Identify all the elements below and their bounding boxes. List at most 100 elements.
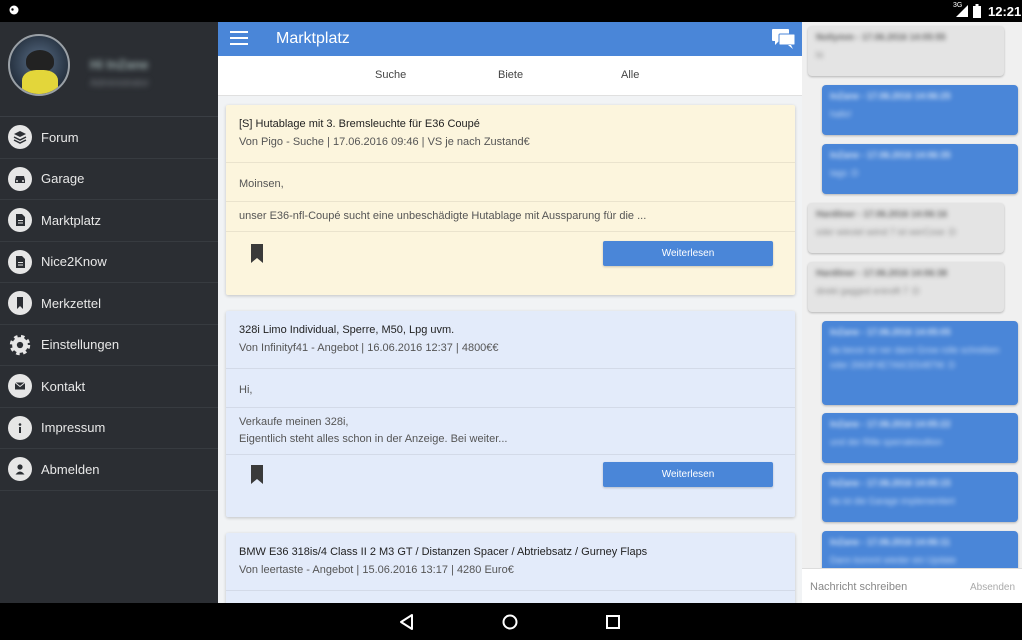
filter-tabs: Suche Biete Alle: [218, 56, 802, 96]
drawer-item-einstellungen[interactable]: Einstellungen: [0, 325, 218, 366]
chat-message-header: InZane - 17.06.2016 14:05:05: [830, 327, 951, 337]
chat-message-header: Hardliner - 17.06.2016 14:06:38: [816, 268, 948, 278]
bookmark-icon[interactable]: [251, 244, 263, 263]
hamburger-menu-icon[interactable]: [230, 31, 248, 45]
drawer-item-label: Merkzettel: [41, 295, 101, 311]
listing-title[interactable]: 328i Limo Individual, Sperre, M50, Lpg u…: [239, 324, 782, 336]
chat-message-input[interactable]: Nachricht schreiben: [810, 581, 907, 593]
drawer-item-label: Einstellungen: [41, 337, 120, 353]
battery-icon: [973, 4, 981, 18]
listing-excerpt-line: unser E36-nfl-Coupé sucht eine unbeschäd…: [239, 210, 647, 222]
info-icon: [8, 415, 32, 440]
chat-message: InZane - 17.06.2016 14:05:22 und der Ril…: [822, 413, 1018, 463]
listing-card[interactable]: BMW E36 318is/4 Class II 2 M3 GT / Dista…: [226, 533, 795, 603]
drawer-item-label: Garage: [41, 171, 85, 187]
profile-header: Hi InZane Administrator: [0, 22, 218, 117]
system-navigation-bar: [0, 603, 1022, 640]
drawer-item-impressum[interactable]: Impressum: [0, 408, 218, 449]
divider: [226, 407, 795, 408]
home-icon[interactable]: [501, 613, 519, 631]
chat-message: Hardliner - 17.06.2016 14:06:38 direkt g…: [808, 262, 1004, 312]
page-title: Marktplatz: [276, 30, 350, 47]
listing-excerpt-line: Eigentlich steht alles schon in der Anze…: [239, 433, 508, 445]
listing-card[interactable]: [S] Hutablage mit 3. Bremsleuchte für E3…: [226, 105, 795, 295]
chat-message: InZane - 17.06.2016 14:05:15 da ist die …: [822, 472, 1018, 522]
chat-message: InZane - 17.06.2016 14:06:35 tags :D: [822, 144, 1018, 194]
chat-message-header: InZane - 17.06.2016 14:06:35: [830, 150, 951, 160]
listing-excerpt-line: Verkaufe meinen 328i,: [239, 416, 349, 428]
clock: 12:21: [988, 4, 1022, 19]
car-icon: [8, 166, 32, 191]
document-icon: [8, 208, 32, 233]
drawer-item-label: Kontakt: [41, 378, 86, 394]
chat-icon[interactable]: [772, 29, 796, 49]
gear-icon: [8, 333, 32, 357]
layers-icon: [8, 125, 32, 150]
listing-title[interactable]: [S] Hutablage mit 3. Bremsleuchte für E3…: [239, 118, 782, 130]
chat-panel: Nollymm - 17.06.2016 14:05:55 hi InZane …: [802, 22, 1022, 603]
chat-message-text: tags :D: [830, 168, 859, 178]
drawer-item-kontakt[interactable]: Kontakt: [0, 366, 218, 408]
chat-message: Nollymm - 17.06.2016 14:05:55 hi: [808, 26, 1004, 76]
read-more-button[interactable]: Weiterlesen: [603, 462, 773, 487]
chat-message-text: Dann kommt wieder ein Update: [830, 555, 957, 565]
chat-message-header: Hardliner - 17.06.2016 14:06:16: [816, 209, 948, 219]
drawer-item-forum[interactable]: Forum: [0, 117, 218, 159]
back-icon[interactable]: [398, 613, 416, 631]
listing-excerpt-line: Moinsen,: [239, 178, 284, 190]
divider: [226, 454, 795, 455]
chat-message-text: und der Rille sperraktoultion: [830, 437, 943, 447]
bookmark-icon[interactable]: [251, 465, 263, 484]
mail-icon: [8, 374, 32, 399]
app-bar: Marktplatz: [218, 22, 802, 56]
signal-icon: [956, 5, 968, 17]
chat-message-header: InZane - 17.06.2016 14:06:11: [830, 537, 951, 547]
status-bar: 3G 12:21: [0, 0, 1022, 22]
read-more-button[interactable]: Weiterlesen: [603, 241, 773, 266]
drawer-item-garage[interactable]: Garage: [0, 159, 218, 200]
listing-meta: Von Pigo - Suche | 17.06.2016 09:46 | VS…: [239, 136, 530, 148]
drawer-item-label: Abmelden: [41, 461, 100, 477]
bookmark-icon: [8, 291, 32, 316]
person-icon: [8, 457, 32, 482]
send-button[interactable]: Absenden: [970, 582, 1015, 593]
main-content: Marktplatz Suche Biete Alle [S] Hutablag…: [218, 22, 802, 603]
avatar[interactable]: [8, 34, 70, 96]
drawer-item-marktplatz[interactable]: Marktplatz: [0, 200, 218, 242]
drawer-item-nice2know[interactable]: Nice2Know: [0, 242, 218, 283]
chat-message-header: Nollymm - 17.06.2016 14:05:55: [816, 32, 946, 42]
listing-title[interactable]: BMW E36 318is/4 Class II 2 M3 GT / Dista…: [239, 546, 782, 558]
drawer-item-merkzettel[interactable]: Merkzettel: [0, 283, 218, 325]
divider: [226, 201, 795, 202]
chat-message-text: oder wieviel seind 7 ist werCose :D: [816, 227, 957, 237]
listing-meta: Von Infinityf41 - Angebot | 16.06.2016 1…: [239, 342, 499, 354]
drawer-item-abmelden[interactable]: Abmelden: [0, 449, 218, 491]
user-role: Administrator: [90, 78, 149, 89]
listing-excerpt-line: Hi,: [239, 384, 253, 396]
drawer-item-label: Marktplatz: [41, 212, 101, 228]
chat-message-text: direkt gagged entrolft 7 :D: [816, 286, 920, 296]
chat-message-text: da ist die Garage implementiert: [830, 496, 956, 506]
chat-message-header: InZane - 17.06.2016 14:05:15: [830, 478, 951, 488]
user-name: Hi InZane: [90, 57, 149, 72]
divider: [226, 231, 795, 232]
drawer-item-label: Impressum: [41, 420, 106, 436]
chat-message-header: InZane - 17.06.2016 14:05:22: [830, 419, 951, 429]
chat-message: Hardliner - 17.06.2016 14:06:16 oder wie…: [808, 203, 1004, 253]
recents-icon[interactable]: [604, 613, 622, 631]
tab-biete[interactable]: Biete: [498, 69, 523, 81]
document-icon: [8, 249, 32, 274]
chat-message-header: InZane - 17.06.2016 14:06:25: [830, 91, 951, 101]
drawer-item-label: Nice2Know: [41, 254, 107, 270]
chat-message: InZane - 17.06.2016 14:06:25 hallo!: [822, 85, 1018, 135]
navigation-drawer: Hi InZane Administrator Forum Garage Mar…: [0, 22, 218, 603]
chat-message-text: hi: [816, 50, 824, 60]
listing-meta: Von leertaste - Angebot | 15.06.2016 13:…: [239, 564, 514, 576]
tab-alle[interactable]: Alle: [621, 69, 639, 81]
chat-message-text: da bevor ist ner dann Grow rolle schreib…: [830, 345, 1000, 370]
drawer-item-label: Forum: [41, 129, 79, 145]
chat-composer: Nachricht schreiben Absenden: [802, 568, 1022, 603]
tab-suche[interactable]: Suche: [375, 69, 406, 81]
chat-message: InZane - 17.06.2016 14:05:05 da bevor is…: [822, 321, 1018, 405]
listing-card[interactable]: 328i Limo Individual, Sperre, M50, Lpg u…: [226, 311, 795, 517]
